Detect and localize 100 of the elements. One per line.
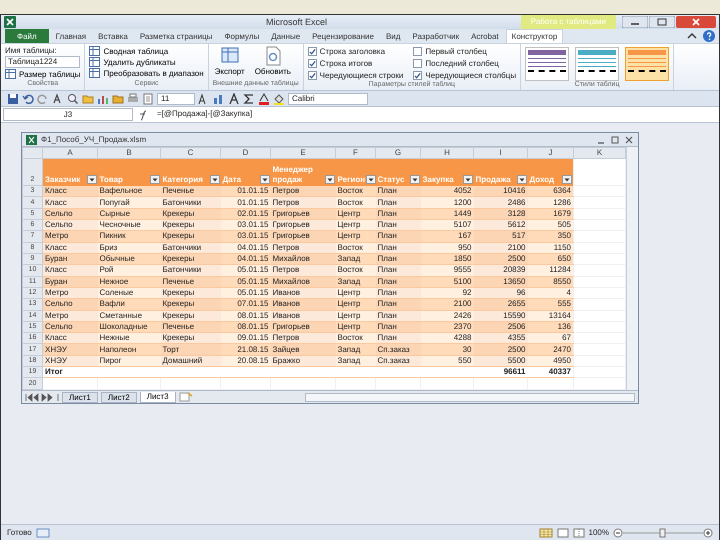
table-cell: Крекеры [160,220,220,231]
ribbon-button[interactable]: Обновить [252,46,293,80]
zoom-level[interactable]: 100% [588,528,609,537]
ribbon-tab[interactable]: Разметка страницы [134,29,218,43]
filter-dropdown-icon[interactable] [366,174,376,184]
checkbox-option[interactable]: Чередующиеся столбцы [413,70,516,81]
table-style-swatch[interactable] [525,47,570,81]
restore-icon[interactable] [610,134,620,144]
table-name-field[interactable]: Таблица1224 [5,56,80,68]
save-icon[interactable] [7,92,19,104]
filter-dropdown-icon[interactable] [86,174,96,184]
formula-field[interactable]: =[@Продажа]-[@Закупка] [153,108,717,121]
name-box[interactable]: J3 [3,108,133,121]
ribbon-tab[interactable]: Вид [380,29,406,43]
filter-dropdown-icon[interactable] [260,174,270,184]
ribbon-tab[interactable]: Acrobat [466,29,504,43]
checkbox-option[interactable]: Первый столбец [413,46,516,57]
ribbon-button[interactable]: Размер таблицы [5,69,80,79]
collapse-ribbon-icon[interactable] [687,31,697,41]
column-header[interactable]: D [220,148,270,159]
filter-dropdown-icon[interactable] [150,174,160,184]
sheet-tab[interactable]: Лист3 [140,392,176,402]
ribbon-tab[interactable]: Формулы [219,29,264,43]
macro-record-icon[interactable] [36,528,50,538]
function-icon[interactable] [137,108,149,120]
filter-dropdown-icon[interactable] [210,174,220,184]
table-cell: Вафли [98,298,160,310]
status-text: Готово [7,528,32,537]
filter-dropdown-icon[interactable] [410,174,420,184]
sum-icon[interactable] [243,92,255,104]
ribbon-tab[interactable]: Данные [266,29,306,43]
document-icon[interactable] [142,92,154,104]
table-cell: Вафельное [98,186,160,197]
close-icon[interactable] [624,134,634,144]
vertical-scrollbar[interactable] [626,147,638,390]
column-header[interactable]: H [420,148,474,159]
table-cell: Нежные [98,332,160,344]
print-preview-icon[interactable] [67,92,79,104]
font-a-icon[interactable] [228,92,240,104]
close-icon[interactable] [676,16,716,28]
new-sheet-icon[interactable] [178,392,193,402]
column-header[interactable]: J [528,148,574,159]
table-cell: Торт [160,344,220,356]
font-color-icon[interactable] [258,92,270,104]
page-break-icon[interactable] [572,528,585,538]
checkbox-option[interactable]: Последний столбец [413,58,516,69]
column-header[interactable]: A [42,148,98,159]
table-cell: Крекеры [160,298,220,310]
sheet-tab[interactable]: Лист2 [100,392,137,402]
ribbon-tab[interactable]: Рецензирование [307,29,379,43]
table-cell: Класс [42,242,98,254]
font-size-field[interactable]: 11 [157,92,195,104]
table-cell: Григорьев [270,208,336,220]
ribbon-tab[interactable]: Главная [50,29,92,43]
checkbox-option[interactable]: Строка заголовка [308,46,404,57]
file-tab[interactable]: Файл [5,29,49,43]
page-layout-icon[interactable] [556,528,569,538]
filter-dropdown-icon[interactable] [562,174,572,184]
ribbon-button[interactable]: Экспорт [212,46,247,80]
column-header[interactable]: G [376,148,420,159]
normal-view-icon[interactable] [538,528,553,538]
column-title: Дата [222,174,242,185]
table-style-swatch[interactable] [575,47,620,81]
table-cell: Крекеры [160,332,220,344]
column-header[interactable]: E [270,148,336,159]
maximize-icon[interactable] [649,16,675,28]
sheet-navigation-icon[interactable] [25,392,59,402]
table-cell: Нежное [98,276,160,288]
table-cell: Обычные [98,253,160,265]
filter-dropdown-icon[interactable] [516,174,526,184]
table-cell: Иванов [270,310,336,322]
ribbon-tab[interactable]: Вставка [93,29,133,43]
window-title: Microsoft Excel [266,17,328,27]
zoom-slider-icon[interactable] [613,528,713,538]
table-style-swatch[interactable] [625,47,670,81]
font-name-field[interactable]: Calibri [288,92,368,104]
ribbon-tab[interactable]: Разработчик [407,29,464,43]
sheet-tab[interactable]: Лист1 [62,392,98,402]
ribbon-button[interactable]: Сводная таблица [89,46,204,56]
table-cell: Петров [270,242,336,254]
table-cell: Сырные [98,208,160,220]
column-header[interactable]: B [98,148,160,159]
checkbox-option[interactable]: Строка итогов [308,58,404,69]
minimize-icon[interactable] [622,16,648,28]
table-cell: Михайлов [270,276,336,288]
fill-color-icon[interactable] [273,92,285,104]
undo-icon[interactable] [22,92,34,104]
column-header[interactable]: I [474,148,528,159]
column-header[interactable]: C [160,148,220,159]
filter-dropdown-icon[interactable] [324,174,334,184]
horizontal-scrollbar[interactable] [305,392,635,402]
printer-icon[interactable] [127,92,139,104]
help-icon[interactable] [703,30,715,42]
checkbox-option[interactable]: Чередующиеся строки [308,70,404,81]
ribbon-button[interactable]: Удалить дубликаты [89,57,204,67]
ribbon-tab[interactable]: Конструктор [506,29,564,43]
filter-dropdown-icon[interactable] [462,174,472,184]
column-header[interactable]: F [336,148,376,159]
ribbon-button[interactable]: Преобразовать в диапазон [89,68,204,78]
column-header[interactable]: K [574,148,626,159]
